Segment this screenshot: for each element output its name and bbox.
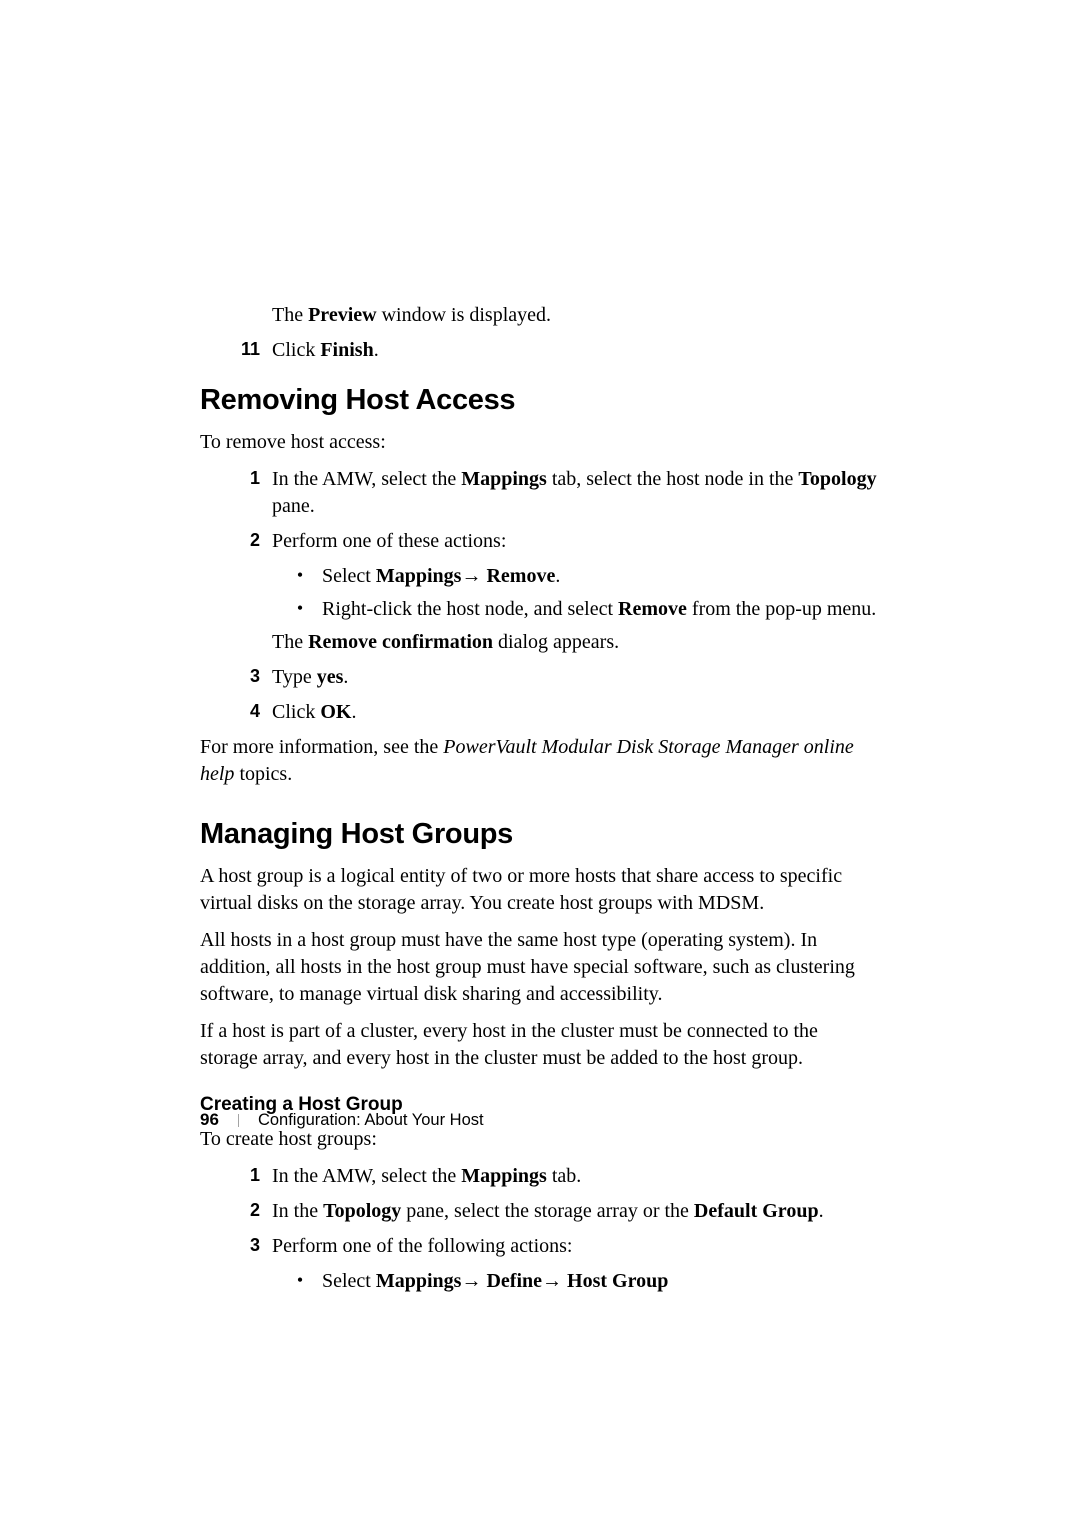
step-number: 2 bbox=[230, 528, 260, 555]
chg-step-3: 3 Perform one of the following actions: bbox=[230, 1233, 880, 1260]
footer-text: Configuration: About Your Host bbox=[258, 1111, 484, 1130]
step11-bold: Finish bbox=[320, 339, 373, 361]
bullet-icon: • bbox=[290, 1268, 310, 1295]
intro-removing: To remove host access: bbox=[200, 429, 880, 456]
rha-step-2: 2 Perform one of these actions: bbox=[230, 528, 880, 555]
chg-bullet-1: • Select Mappings→ Define→ Host Group bbox=[290, 1268, 880, 1295]
rha-step-3: 3 Type yes. bbox=[230, 664, 880, 691]
rha-step-4: 4 Click OK. bbox=[230, 699, 880, 726]
chg-step-2: 2 In the Topology pane, select the stora… bbox=[230, 1198, 880, 1225]
step11-pre: Click bbox=[272, 339, 320, 361]
mhg-p1: A host group is a logical entity of two … bbox=[200, 863, 880, 917]
page-number: 96 bbox=[200, 1110, 219, 1130]
step-number: 3 bbox=[230, 1233, 260, 1260]
rha-bullet-2: • Right-click the host node, and select … bbox=[290, 596, 880, 623]
step-number: 1 bbox=[230, 466, 260, 520]
more-info: For more information, see the PowerVault… bbox=[200, 734, 880, 788]
step-number: 2 bbox=[230, 1198, 260, 1225]
step-number: 4 bbox=[230, 699, 260, 726]
intro-creating: To create host groups: bbox=[200, 1126, 880, 1153]
preview-bold: Preview bbox=[308, 304, 377, 326]
rha-step-1: 1 In the AMW, select the Mappings tab, s… bbox=[230, 466, 880, 520]
page-content: 00 The Preview window is displayed. 11 C… bbox=[0, 0, 1080, 1295]
step-number: 11 bbox=[230, 337, 260, 364]
preview-pre: The bbox=[272, 304, 308, 326]
heading-managing-host-groups: Managing Host Groups bbox=[200, 818, 880, 851]
bullet-icon: • bbox=[290, 563, 310, 590]
continuation-note: 00 The Preview window is displayed. bbox=[230, 302, 880, 329]
rha-confirm-note: 0 The Remove confirmation dialog appears… bbox=[230, 629, 880, 656]
chg-step-1: 1 In the AMW, select the Mappings tab. bbox=[230, 1163, 880, 1190]
mhg-p3: If a host is part of a cluster, every ho… bbox=[200, 1018, 880, 1072]
rha-bullet-1: • Select Mappings→ Remove. bbox=[290, 563, 880, 590]
heading-removing-host-access: Removing Host Access bbox=[200, 384, 880, 417]
step11-post: . bbox=[374, 339, 379, 361]
footer-separator: | bbox=[237, 1112, 240, 1129]
step-11: 11 Click Finish. bbox=[230, 337, 880, 364]
bullet-icon: • bbox=[290, 596, 310, 623]
mhg-p2: All hosts in a host group must have the … bbox=[200, 927, 880, 1008]
step-number: 1 bbox=[230, 1163, 260, 1190]
step-number: 3 bbox=[230, 664, 260, 691]
preview-post: window is displayed. bbox=[377, 304, 551, 326]
page-footer: 96 | Configuration: About Your Host bbox=[200, 1110, 484, 1130]
